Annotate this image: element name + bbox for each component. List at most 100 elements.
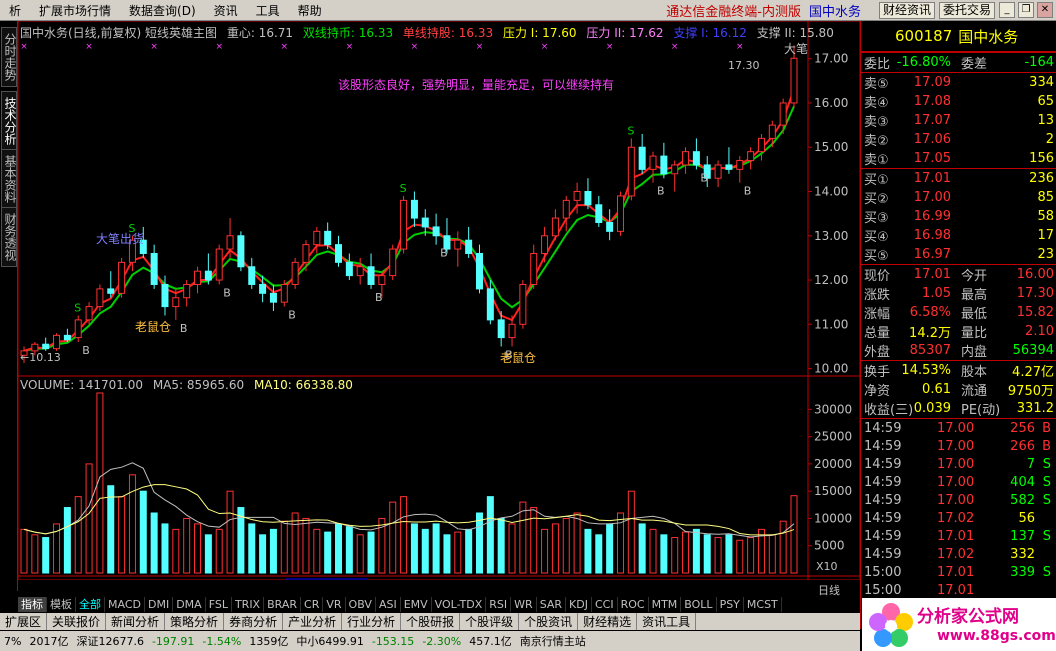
stat-row: 外盘 85307 内盘 56394 — [861, 341, 1056, 360]
candle-down — [237, 235, 245, 268]
tab-technical-analysis[interactable]: 技术分析 — [1, 91, 17, 151]
indicator-tab[interactable]: ROC — [618, 597, 649, 612]
indicator-tab[interactable]: MCST — [744, 597, 782, 612]
tick-time: 14:59 — [864, 492, 902, 508]
stat-row-value2: 17.30 — [1016, 286, 1054, 301]
candle-up — [671, 164, 679, 175]
price-axis-label: 15.00 — [814, 140, 848, 154]
status-tab[interactable]: 策略分析 — [165, 613, 225, 630]
status-tab[interactable]: 财经精选 — [578, 613, 638, 630]
tab-intraday[interactable]: 分时走势 — [1, 27, 17, 87]
status-tab[interactable]: 资讯工具 — [637, 613, 697, 630]
indicator-tab[interactable]: WR — [511, 597, 537, 612]
status-tab[interactable]: 个股资讯 — [519, 613, 579, 630]
buy-signal-marker: B — [180, 322, 188, 335]
status-index-item: 7% — [4, 634, 22, 648]
status-tab[interactable]: 产业分析 — [283, 613, 343, 630]
volume-bar — [335, 523, 343, 574]
status-tab[interactable]: 关联报价 — [47, 613, 107, 630]
tick-side: S — [1042, 474, 1051, 490]
menu-item-data-query[interactable]: 数据查询(D) — [120, 2, 205, 19]
status-tab[interactable]: 新闻分析 — [106, 613, 166, 630]
trade-button[interactable]: 委托交易 — [938, 1, 995, 19]
indicator-tab[interactable]: RSI — [486, 597, 512, 612]
period-label[interactable]: 日线 — [818, 582, 840, 598]
status-tab[interactable]: 扩展区 — [0, 613, 48, 630]
stat-row-label2: 今开 — [961, 269, 988, 284]
volume-value: VOLUME: 141701.00 — [20, 378, 143, 392]
sell-row-label: 卖④ — [864, 96, 889, 111]
minimize-icon[interactable]: _ — [999, 2, 1015, 18]
indicator-tab[interactable]: ASI — [376, 597, 401, 612]
buy-row-value: 17.00 — [913, 190, 951, 205]
stat2-row-value: 14.53% — [901, 363, 951, 378]
tab-finance[interactable]: 财务透视 — [1, 207, 17, 267]
indicator-tab[interactable]: OBV — [346, 597, 376, 612]
indicator-tab[interactable]: VOL-TDX — [432, 597, 487, 612]
sell-row: 卖② 17.06 2 — [861, 130, 1056, 149]
status-tab[interactable]: 个股评级 — [460, 613, 520, 630]
kline-chart[interactable]: 17.00 16.00 15.00 14.00 13.00 12.00 11.00 10.00… — [18, 21, 860, 580]
sell-row-value: 17.05 — [913, 151, 951, 166]
volume-bar — [226, 490, 234, 574]
indicator-tab[interactable]: CR — [301, 597, 324, 612]
finance-news-button[interactable]: 财经资讯 — [878, 1, 935, 19]
indicator-tab[interactable]: 指标 — [18, 597, 47, 612]
indicator-tab[interactable]: TRIX — [232, 597, 265, 612]
indicator-tab[interactable]: PSY — [717, 597, 744, 612]
price-axis-label: 13.00 — [814, 229, 848, 243]
indicator-tab[interactable]: DMA — [173, 597, 206, 612]
indicator-tab[interactable]: MACD — [105, 597, 145, 612]
menu-item-extended-market[interactable]: 扩展市场行情 — [30, 2, 120, 19]
candle-down — [465, 239, 473, 254]
status-tab[interactable]: 个股研报 — [401, 613, 461, 630]
stat2-row-value: 0.039 — [913, 401, 951, 416]
tick-row: 14:59 17.00 582 S — [861, 491, 1056, 509]
top-marker: × — [85, 42, 93, 52]
menu-item-news[interactable]: 资讯 — [205, 2, 247, 19]
chart-canvas[interactable]: 17.00 16.00 15.00 14.00 13.00 12.00 11.00 10.00… — [18, 21, 860, 580]
tick-time: 14:59 — [864, 510, 902, 526]
volume-bar — [421, 528, 429, 574]
candle-down — [248, 266, 256, 285]
volume-bar — [497, 517, 505, 574]
indicator-tab[interactable]: BOLL — [681, 597, 717, 612]
indicator-tab[interactable]: SAR — [537, 597, 567, 612]
status-tab[interactable]: 行业分析 — [342, 613, 402, 630]
indicator-tab[interactable]: FSL — [206, 597, 232, 612]
indicator-tab[interactable]: 模板 — [47, 597, 76, 612]
stat-row-label: 外盘 — [864, 345, 891, 360]
candle-up — [96, 288, 104, 308]
menu-item-tools[interactable]: 工具 — [247, 2, 289, 19]
candle-up — [194, 270, 202, 285]
close-icon[interactable]: ✕ — [1037, 2, 1053, 18]
indicator-tab[interactable]: BRAR — [264, 597, 302, 612]
volume-bar — [313, 528, 321, 574]
stat2-row-label2: PE(动) — [961, 403, 1001, 418]
indicator-tab[interactable]: CCI — [592, 597, 618, 612]
tick-side: S — [1042, 564, 1051, 580]
indicator-tab[interactable]: EMV — [401, 597, 432, 612]
status-index-item: -153.15 — [371, 634, 415, 648]
indicator-tab[interactable]: KDJ — [566, 597, 592, 612]
indicator-tab[interactable]: VR — [323, 597, 346, 612]
volume-axis-label: 30000 — [814, 402, 852, 416]
status-index-item: 南京行情主站 — [519, 635, 586, 648]
volume-bar — [259, 534, 267, 574]
restore-icon[interactable]: ❐ — [1018, 2, 1034, 18]
indicator-tab[interactable]: MTM — [649, 597, 682, 612]
tick-time: 15:00 — [864, 582, 902, 598]
status-tab[interactable]: 券商分析 — [224, 613, 284, 630]
buy-row: 买④ 16.98 17 — [861, 226, 1056, 245]
stat2-row-value2: 9750万 — [1007, 384, 1054, 399]
indicator-tab[interactable]: 全部 — [76, 597, 105, 612]
indicator-tab[interactable]: DMI — [145, 597, 174, 612]
volume-bar — [638, 523, 646, 574]
chart-title: 国中水务(日线,前复权) 短线英雄主图 — [20, 26, 217, 40]
tab-basic-info[interactable]: 基本资料 — [1, 149, 17, 209]
menu-item-analysis[interactable]: 析 — [0, 2, 30, 19]
wecha-value: -164 — [1024, 55, 1054, 70]
volume-bar — [443, 534, 451, 574]
menu-item-help[interactable]: 帮助 — [289, 2, 331, 19]
candle-up — [757, 137, 765, 153]
